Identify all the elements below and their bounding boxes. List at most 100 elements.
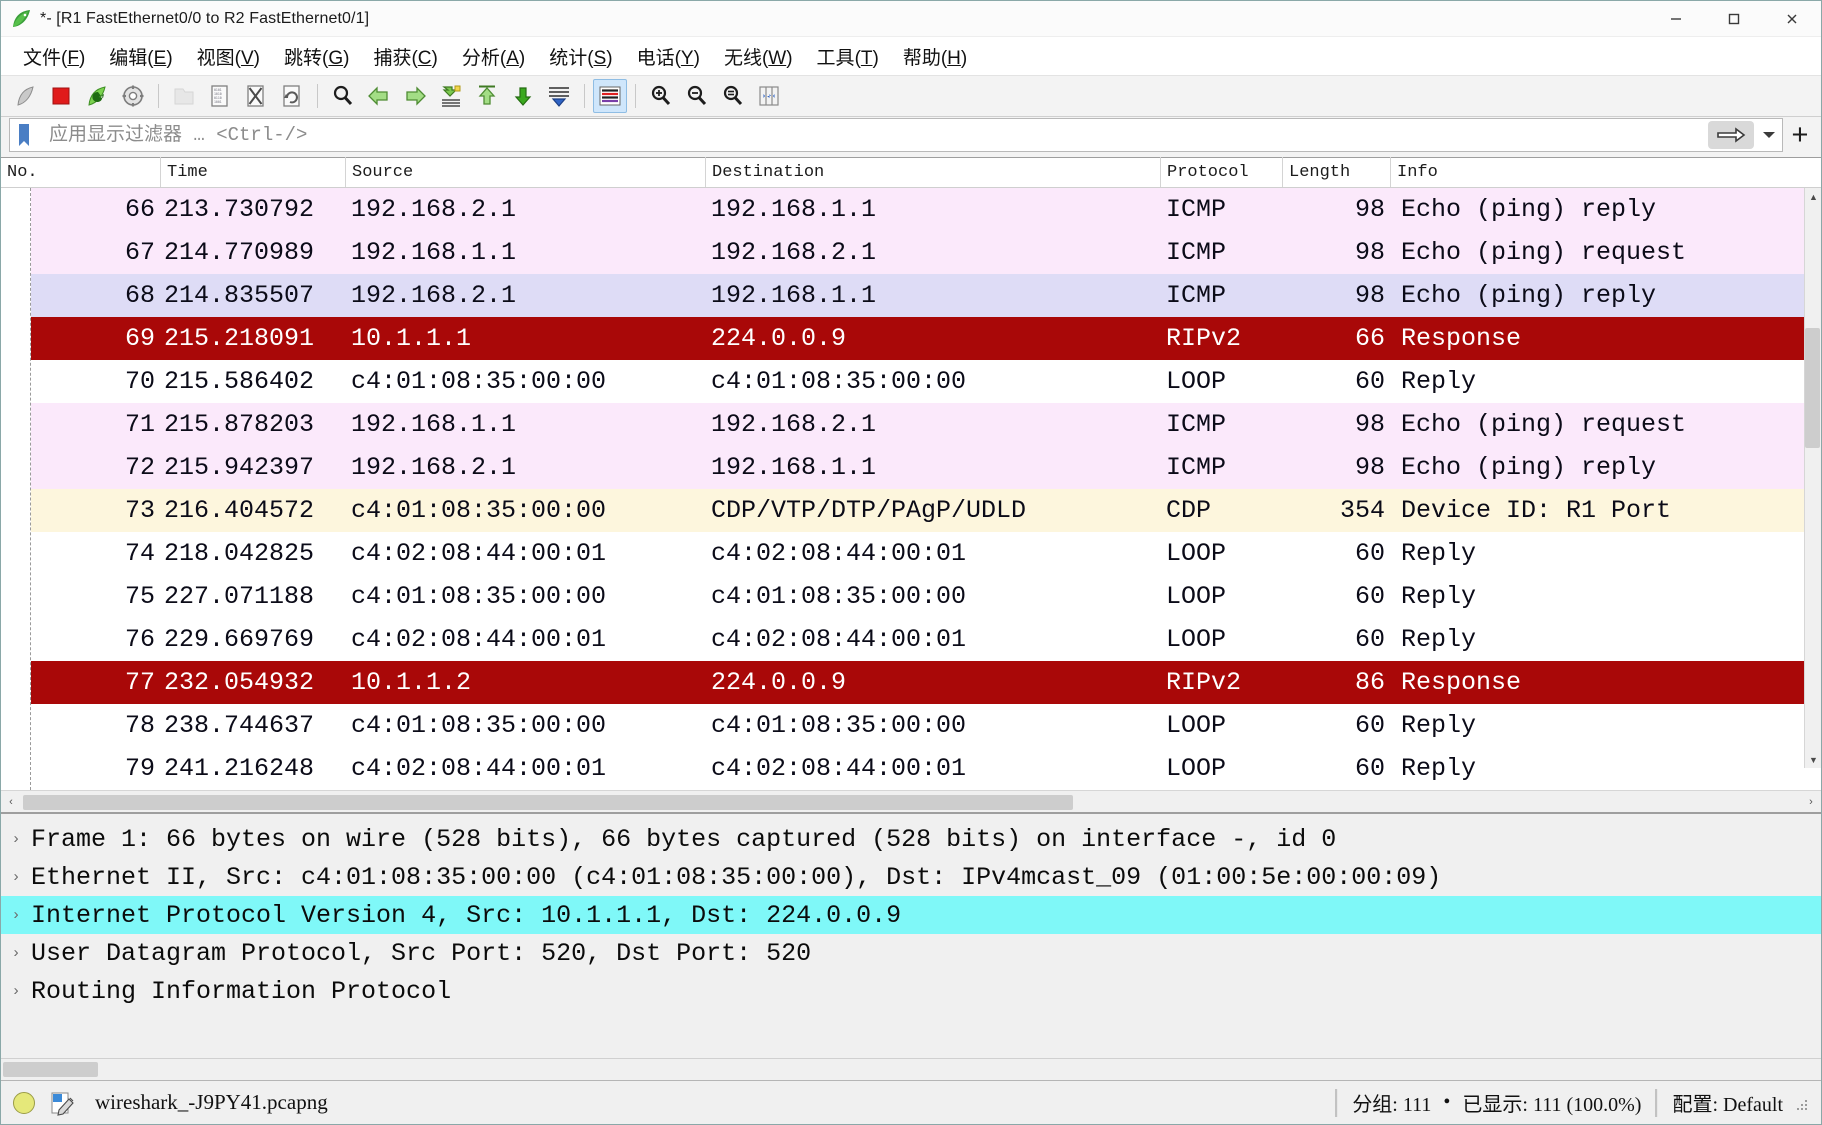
menu-item-tools[interactable]: 工具(T) (805, 40, 891, 73)
apply-filter-button[interactable] (1708, 121, 1754, 149)
packet-cell-dst: c4:02:08:44:00:01 (711, 754, 967, 783)
table-row[interactable]: 68 214.835507 192.168.2.1 192.168.1.1 ICMP 98… (1, 274, 1821, 317)
capture-comment-icon[interactable] (49, 1090, 77, 1116)
column-header-protocol[interactable]: Protocol (1161, 157, 1283, 187)
zoom-in-icon[interactable] (644, 79, 678, 113)
table-row[interactable]: 70 215.586402 c4:01:08:35:00:00 c4:01:08:35… (1, 360, 1821, 403)
table-row[interactable]: 71 215.878203 192.168.1.1 192.168.2.1 ICMP 98… (1, 403, 1821, 446)
column-header-info[interactable]: Info (1391, 157, 1821, 187)
packet-list-horizontal-scrollbar[interactable]: ‹ › (1, 790, 1821, 812)
table-row[interactable]: 77 232.054932 10.1.1.2 224.0.0.9 RIPv2 86 Resp… (1, 661, 1821, 704)
start-capture-icon[interactable] (8, 79, 42, 113)
auto-scroll-icon[interactable] (542, 79, 576, 113)
table-row[interactable]: 75 227.071188 c4:01:08:35:00:00 c4:01:08:35… (1, 575, 1821, 618)
resize-grip-icon[interactable] (1793, 1095, 1809, 1111)
packet-cell-time: 213.730792 (164, 195, 315, 224)
normal-size-icon[interactable] (716, 79, 750, 113)
menu-item-statistics[interactable]: 统计(S) (537, 40, 624, 73)
detail-scroll-thumb[interactable] (3, 1062, 98, 1077)
column-header-time[interactable]: Time (161, 157, 346, 187)
detail-row[interactable]: › Internet Protocol Version 4, Src: 10.1.… (1, 896, 1821, 934)
packet-list-vertical-scrollbar[interactable]: ▲ ▼ (1804, 188, 1821, 768)
add-filter-button[interactable]: + (1783, 118, 1817, 152)
menu-item-analyze[interactable]: 分析(A) (450, 40, 537, 73)
packet-list-body[interactable]: 66 213.730792 192.168.2.1 192.168.1.1 ICMP 98… (1, 188, 1821, 790)
zoom-out-icon[interactable] (680, 79, 714, 113)
packet-detail-pane[interactable]: › Frame 1: 66 bytes on wire (528 bits), 6… (1, 812, 1821, 1080)
expand-chevron-icon[interactable]: › (1, 907, 31, 924)
save-file-icon[interactable]: 0101 1010 0110 1001 (203, 79, 237, 113)
go-back-icon[interactable] (362, 79, 396, 113)
packet-cell-proto: LOOP (1166, 582, 1227, 611)
go-to-packet-icon[interactable] (434, 79, 468, 113)
scroll-down-arrow[interactable]: ▼ (1805, 751, 1821, 768)
filter-history-dropdown[interactable] (1756, 121, 1782, 149)
toolbar-separator-2 (317, 84, 318, 108)
menu-item-help[interactable]: 帮助(H) (891, 40, 979, 73)
detail-row-label: Routing Information Protocol (31, 976, 452, 1006)
expand-chevron-icon[interactable]: › (1, 983, 31, 1000)
expand-chevron-icon[interactable]: › (1, 945, 31, 962)
menu-item-go[interactable]: 跳转(G) (272, 40, 361, 73)
packet-cell-info: Reply (1401, 711, 1477, 740)
table-row[interactable]: 73 216.404572 c4:01:08:35:00:00 CDP/VTP/DTP… (1, 489, 1821, 532)
menu-label-go: 跳转 (284, 47, 323, 69)
table-row[interactable]: 72 215.942397 192.168.2.1 192.168.1.1 ICMP 98… (1, 446, 1821, 489)
filter-input-container[interactable] (9, 118, 1783, 152)
colorize-packets-icon[interactable] (593, 79, 627, 113)
menu-item-edit[interactable]: 编辑(E) (97, 40, 184, 73)
close-button[interactable] (1763, 1, 1821, 37)
toolbar-separator-1 (158, 84, 159, 108)
packet-cell-no: 75 (124, 582, 155, 611)
minimize-button[interactable] (1647, 1, 1705, 37)
column-header-length[interactable]: Length (1283, 157, 1391, 187)
reload-file-icon[interactable] (275, 79, 309, 113)
menu-item-view[interactable]: 视图(V) (185, 40, 272, 73)
table-row[interactable]: 76 229.669769 c4:02:08:44:00:01 c4:02:08:44… (1, 618, 1821, 661)
vertical-scroll-thumb[interactable] (1805, 328, 1820, 448)
detail-row[interactable]: › Ethernet II, Src: c4:01:08:35:00:00 (c4… (1, 858, 1821, 896)
packet-cell-proto: LOOP (1166, 625, 1227, 654)
table-row[interactable]: 74 218.042825 c4:02:08:44:00:01 c4:02:08:44… (1, 532, 1821, 575)
expand-chevron-icon[interactable]: › (1, 869, 31, 886)
scroll-left-arrow[interactable]: ‹ (1, 792, 21, 812)
table-row[interactable]: 67 214.770989 192.168.1.1 192.168.2.1 ICMP 98… (1, 231, 1821, 274)
detail-row[interactable]: › Frame 1: 66 bytes on wire (528 bits), 6… (1, 820, 1821, 858)
column-header-destination[interactable]: Destination (706, 157, 1161, 187)
table-row[interactable]: 66 213.730792 192.168.2.1 192.168.1.1 ICMP 98… (1, 188, 1821, 231)
horizontal-scroll-thumb[interactable] (23, 794, 1073, 810)
toolbar-separator-4 (635, 84, 636, 108)
menu-item-file[interactable]: 文件(F) (11, 40, 97, 73)
go-to-last-packet-icon[interactable] (506, 79, 540, 113)
menu-item-wireless[interactable]: 无线(W) (712, 40, 805, 73)
display-filter-input[interactable] (36, 120, 1708, 150)
detail-row[interactable]: › Routing Information Protocol (1, 972, 1821, 1010)
horizontal-scroll-track[interactable] (21, 792, 1801, 812)
stop-capture-icon[interactable] (44, 79, 78, 113)
scroll-up-arrow[interactable]: ▲ (1805, 188, 1821, 205)
table-row[interactable]: 79 241.216248 c4:02:08:44:00:01 c4:02:08:44… (1, 747, 1821, 790)
go-to-first-packet-icon[interactable] (470, 79, 504, 113)
scroll-right-arrow[interactable]: › (1801, 792, 1821, 812)
table-row[interactable]: 69 215.218091 10.1.1.1 224.0.0.9 RIPv2 66 Resp… (1, 317, 1821, 360)
menu-item-telephony[interactable]: 电话(Y) (625, 40, 712, 73)
column-header-source[interactable]: Source (346, 157, 706, 187)
restart-capture-icon[interactable] (80, 79, 114, 113)
column-header-no[interactable]: No. (1, 157, 161, 187)
open-file-icon[interactable] (167, 79, 201, 113)
detail-horizontal-scrollbar[interactable] (1, 1058, 1821, 1080)
detail-row[interactable]: › User Datagram Protocol, Src Port: 520, … (1, 934, 1821, 972)
menu-item-capture[interactable]: 捕获(C) (361, 40, 449, 73)
find-packet-icon[interactable] (326, 79, 360, 113)
menu-bar: 文件(F) 编辑(E) 视图(V) 跳转(G) 捕获(C) 分析(A) 统计(S… (1, 37, 1821, 75)
close-file-icon[interactable] (239, 79, 273, 113)
menu-label-analyze: 分析 (461, 47, 500, 69)
capture-options-icon[interactable] (116, 79, 150, 113)
resize-columns-icon[interactable] (752, 79, 786, 113)
maximize-button[interactable] (1705, 1, 1763, 37)
expand-chevron-icon[interactable]: › (1, 831, 31, 848)
go-forward-icon[interactable] (398, 79, 432, 113)
table-row[interactable]: 78 238.744637 c4:01:08:35:00:00 c4:01:08:35… (1, 704, 1821, 747)
bookmark-icon[interactable] (12, 119, 36, 151)
packet-cell-dst: 224.0.0.9 (711, 668, 847, 697)
